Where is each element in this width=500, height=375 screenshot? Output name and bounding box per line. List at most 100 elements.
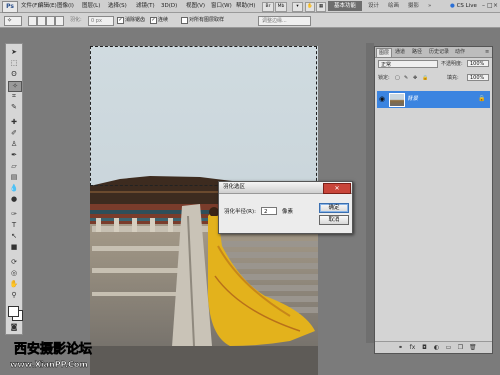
feather-radius-input[interactable]: 2: [261, 207, 277, 215]
crop-tool-icon[interactable]: ⌗: [8, 92, 20, 101]
cs-live-icon: ●: [450, 3, 455, 9]
dialog-close-icon[interactable]: ✕: [323, 183, 351, 194]
minimize-icon[interactable]: –: [481, 1, 486, 10]
gradient-tool-icon[interactable]: ▤: [8, 173, 20, 182]
bridge-icon[interactable]: Br: [262, 2, 274, 12]
new-layer-icon[interactable]: ❐: [457, 344, 464, 351]
all-layers-checkbox[interactable]: [181, 17, 188, 24]
menu-window[interactable]: 窗口(W): [211, 2, 232, 11]
opacity-input[interactable]: 100%: [467, 60, 489, 67]
blend-mode-select[interactable]: 正常: [378, 60, 438, 68]
new-selection-icon[interactable]: [28, 16, 37, 26]
marching-ants-selection: [90, 46, 317, 186]
blur-tool-icon[interactable]: 💧: [8, 184, 20, 193]
zoom-level-icon[interactable]: ▾: [292, 2, 303, 12]
move-tool-icon[interactable]: ➤: [8, 48, 20, 57]
layer-thumbnail: [389, 93, 405, 107]
magic-wand-tool-icon[interactable]: ✧: [8, 81, 22, 92]
ok-button[interactable]: 确定: [319, 203, 349, 213]
3d-rotate-tool-icon[interactable]: ⟳: [8, 258, 20, 267]
layers-panel-tabs: 图层 通道 路径 历史记录 动作 ≡: [375, 47, 492, 58]
workspace-more-icon[interactable]: »: [428, 1, 431, 11]
menu-view[interactable]: 视图(V): [186, 2, 205, 11]
layer-row-background[interactable]: ◉ 背景 🔒: [377, 91, 490, 108]
lock-label: 锁定:: [378, 75, 390, 81]
intersect-selection-icon[interactable]: [55, 16, 64, 26]
tab-layers[interactable]: 图层: [376, 48, 393, 57]
eyedropper-tool-icon[interactable]: ✎: [8, 103, 20, 112]
workspace-photography[interactable]: 摄影: [408, 1, 419, 11]
feather-radius-label: 羽化半径(R):: [224, 209, 256, 215]
collapsed-panel-strip[interactable]: [366, 43, 374, 343]
contiguous-checkbox[interactable]: ✓: [150, 17, 157, 24]
dodge-tool-icon[interactable]: ●: [8, 195, 20, 204]
menu-filter[interactable]: 滤镜(T): [136, 2, 155, 11]
healing-brush-tool-icon[interactable]: ✚: [8, 118, 20, 127]
marquee-tool-icon[interactable]: ⬚: [8, 59, 20, 68]
layer-name: 背景: [407, 96, 419, 102]
quick-mask-icon[interactable]: ◙: [8, 323, 20, 332]
refine-edge-button[interactable]: 调整边缘...: [258, 16, 311, 26]
feather-input[interactable]: 0 px: [88, 16, 114, 26]
new-group-icon[interactable]: ▭: [445, 344, 452, 351]
link-layers-icon[interactable]: ⚭: [397, 344, 404, 351]
adjustment-layer-icon[interactable]: ◐: [433, 344, 440, 351]
tab-paths[interactable]: 路径: [410, 48, 424, 56]
layer-mask-icon[interactable]: ◘: [421, 344, 428, 351]
shape-tool-icon[interactable]: ■: [8, 243, 20, 252]
panel-menu-icon[interactable]: ≡: [483, 48, 491, 56]
type-tool-icon[interactable]: T: [8, 221, 20, 230]
hand-icon[interactable]: ✋: [305, 2, 315, 12]
cancel-button[interactable]: 取消: [319, 215, 349, 225]
history-brush-tool-icon[interactable]: ✒: [8, 151, 20, 160]
arrange-icon[interactable]: ▦: [316, 2, 326, 12]
workspace-essentials[interactable]: 基本功能: [328, 1, 362, 11]
subtract-selection-icon[interactable]: [46, 16, 55, 26]
lock-pixels-icon[interactable]: ✎: [404, 74, 408, 82]
tab-history[interactable]: 历史记录: [427, 48, 451, 56]
menu-image[interactable]: 图像(I): [57, 2, 74, 11]
brush-tool-icon[interactable]: ✐: [8, 129, 20, 138]
menu-edit[interactable]: 编辑(E): [38, 2, 57, 11]
antialias-label: 消除锯齿: [125, 17, 146, 23]
menu-layer[interactable]: 图层(L): [82, 2, 100, 11]
menu-select[interactable]: 选择(S): [108, 2, 127, 11]
fill-label: 填充:: [447, 75, 459, 81]
feather-label: 羽化:: [70, 17, 82, 23]
options-bar: ✧ 羽化: 0 px ✓ 消除锯齿 ✓ 连续 对所有图层取样 调整边缘...: [0, 13, 500, 28]
close-icon[interactable]: ×: [493, 1, 498, 10]
tool-preset-picker[interactable]: ✧: [4, 16, 22, 26]
tab-actions[interactable]: 动作: [453, 48, 467, 56]
cs-live-button[interactable]: ● CS Live: [450, 1, 478, 11]
tab-channels[interactable]: 通道: [393, 48, 407, 56]
eye-visibility-icon[interactable]: ◉: [379, 95, 387, 103]
fill-input[interactable]: 100%: [467, 74, 489, 81]
workspace-painting[interactable]: 绘画: [388, 1, 399, 11]
lock-all-icon[interactable]: 🔒: [422, 74, 428, 82]
layers-panel: 图层 通道 路径 历史记录 动作 ≡ 正常 不透明度: 100% 锁定: ▢ ✎…: [374, 46, 493, 354]
photoshop-logo: Ps: [2, 1, 18, 13]
antialias-checkbox[interactable]: ✓: [117, 17, 124, 24]
maximize-icon[interactable]: □: [487, 1, 493, 10]
menu-3d[interactable]: 3D(D): [161, 2, 177, 11]
lock-transparency-icon[interactable]: ▢: [395, 74, 400, 82]
path-selection-tool-icon[interactable]: ↖: [8, 232, 20, 241]
minibridge-icon[interactable]: Mb: [275, 2, 287, 12]
layer-style-icon[interactable]: fx: [409, 344, 416, 351]
foreground-color-swatch[interactable]: [8, 306, 19, 317]
menu-help[interactable]: 帮助(H): [236, 2, 255, 11]
3d-orbit-tool-icon[interactable]: ◎: [8, 269, 20, 278]
delete-layer-icon[interactable]: 🗑: [469, 344, 477, 351]
lock-position-icon[interactable]: ✥: [413, 74, 417, 82]
lasso-tool-icon[interactable]: ʘ: [8, 70, 20, 79]
magic-wand-icon: ✧: [7, 17, 13, 24]
clone-stamp-tool-icon[interactable]: ♙: [8, 140, 20, 149]
pen-tool-icon[interactable]: ✑: [8, 210, 20, 219]
hand-tool-icon[interactable]: ✋: [8, 280, 20, 289]
workspace-design[interactable]: 设计: [368, 1, 379, 11]
add-selection-icon[interactable]: [37, 16, 46, 26]
eraser-tool-icon[interactable]: ▱: [8, 162, 20, 171]
zoom-tool-icon[interactable]: ⚲: [8, 291, 20, 300]
menu-file[interactable]: 文件(F): [21, 2, 39, 11]
cs-live-label: CS Live: [456, 3, 477, 9]
